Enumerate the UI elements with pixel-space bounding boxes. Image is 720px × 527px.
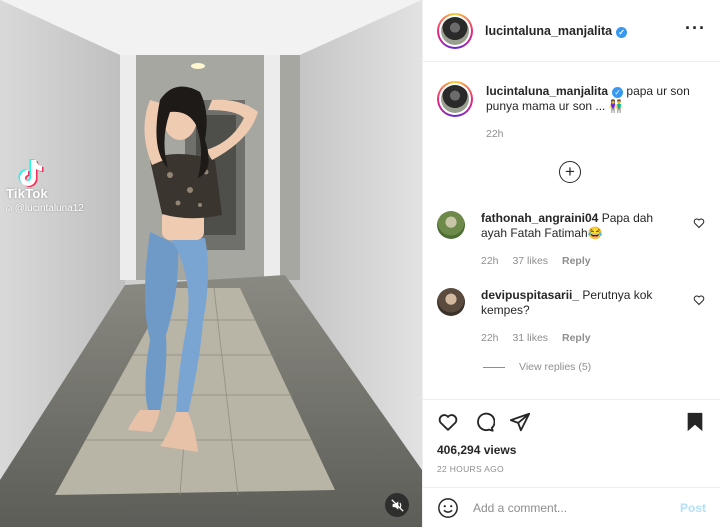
- view-count[interactable]: 406,294 views: [437, 443, 706, 457]
- caption-time[interactable]: 22h: [486, 127, 701, 142]
- bookmark-save-icon[interactable]: [684, 411, 706, 433]
- comment-username[interactable]: devipuspitasarii_: [481, 288, 579, 302]
- comment-avatar[interactable]: [437, 211, 465, 239]
- divider-line: [483, 366, 505, 368]
- tiktok-logo-icon: [18, 159, 44, 187]
- header-username[interactable]: lucintaluna_manjalita ✓: [485, 24, 628, 38]
- comment-input[interactable]: [473, 500, 680, 515]
- comment-username[interactable]: fathonah_angraini04: [481, 211, 598, 225]
- speaker-muted-icon: [390, 498, 404, 512]
- share-paper-plane-icon[interactable]: [509, 411, 531, 433]
- view-replies-label: View replies (5): [519, 361, 592, 373]
- tiktok-username-label: ⍝ @lucintaluna12: [6, 203, 84, 214]
- view-replies-button[interactable]: View replies (5): [483, 361, 591, 373]
- comments-section[interactable]: lucintaluna_manjalita ✓ papa ur son punya…: [423, 63, 720, 399]
- posted-time[interactable]: 22 HOURS AGO: [437, 464, 706, 474]
- like-heart-icon[interactable]: [437, 411, 459, 433]
- person-icon: ⍝: [6, 203, 15, 214]
- post-caption: lucintaluna_manjalita ✓ papa ur son punya…: [437, 81, 706, 142]
- tiktok-username: @lucintaluna12: [14, 203, 84, 214]
- tiktok-brand-label: TikTok: [6, 186, 48, 201]
- post-video[interactable]: TikTok ⍝ @lucintaluna12: [0, 0, 422, 527]
- emoji-smiley-icon[interactable]: [437, 497, 459, 519]
- post-details-panel: lucintaluna_manjalita ✓ ··· lucintaluna_m…: [422, 0, 720, 527]
- comment-item: devipuspitasarii_ Perutnya kok kempes? 2…: [437, 288, 707, 346]
- comment-time[interactable]: 22h: [481, 255, 499, 267]
- more-options-icon[interactable]: ···: [685, 19, 706, 39]
- caption-username[interactable]: lucintaluna_manjalita: [486, 84, 608, 98]
- tiktok-watermark: TikTok ⍝ @lucintaluna12: [6, 158, 84, 214]
- comment-avatar[interactable]: [437, 288, 465, 316]
- comment-likes[interactable]: 31 likes: [512, 332, 548, 344]
- action-icons: [437, 410, 706, 434]
- comment-likes[interactable]: 37 likes: [512, 255, 548, 267]
- verified-badge-icon: ✓: [612, 87, 624, 98]
- profile-picture: [441, 16, 469, 45]
- comment-item: fathonah_angraini04 Papa dah ayah Fatah …: [437, 211, 707, 269]
- post-header: lucintaluna_manjalita ✓ ···: [423, 0, 720, 62]
- heart-icon[interactable]: [693, 294, 705, 306]
- reply-button[interactable]: Reply: [562, 255, 591, 267]
- post-actions: 406,294 views 22 HOURS AGO: [423, 399, 720, 485]
- load-more-comments-button[interactable]: +: [559, 161, 581, 183]
- heart-icon[interactable]: [693, 217, 705, 229]
- comment-bubble-icon[interactable]: [473, 411, 495, 433]
- video-frame: [0, 0, 422, 527]
- caption-avatar[interactable]: [437, 81, 473, 117]
- add-comment-bar: Post: [423, 487, 720, 527]
- post-comment-button[interactable]: Post: [680, 501, 706, 515]
- verified-badge-icon: ✓: [616, 26, 628, 38]
- mute-toggle-button[interactable]: [385, 493, 409, 517]
- plus-circle-icon: +: [565, 162, 575, 181]
- reply-button[interactable]: Reply: [562, 332, 591, 344]
- avatar[interactable]: [437, 12, 473, 49]
- comment-time[interactable]: 22h: [481, 332, 499, 344]
